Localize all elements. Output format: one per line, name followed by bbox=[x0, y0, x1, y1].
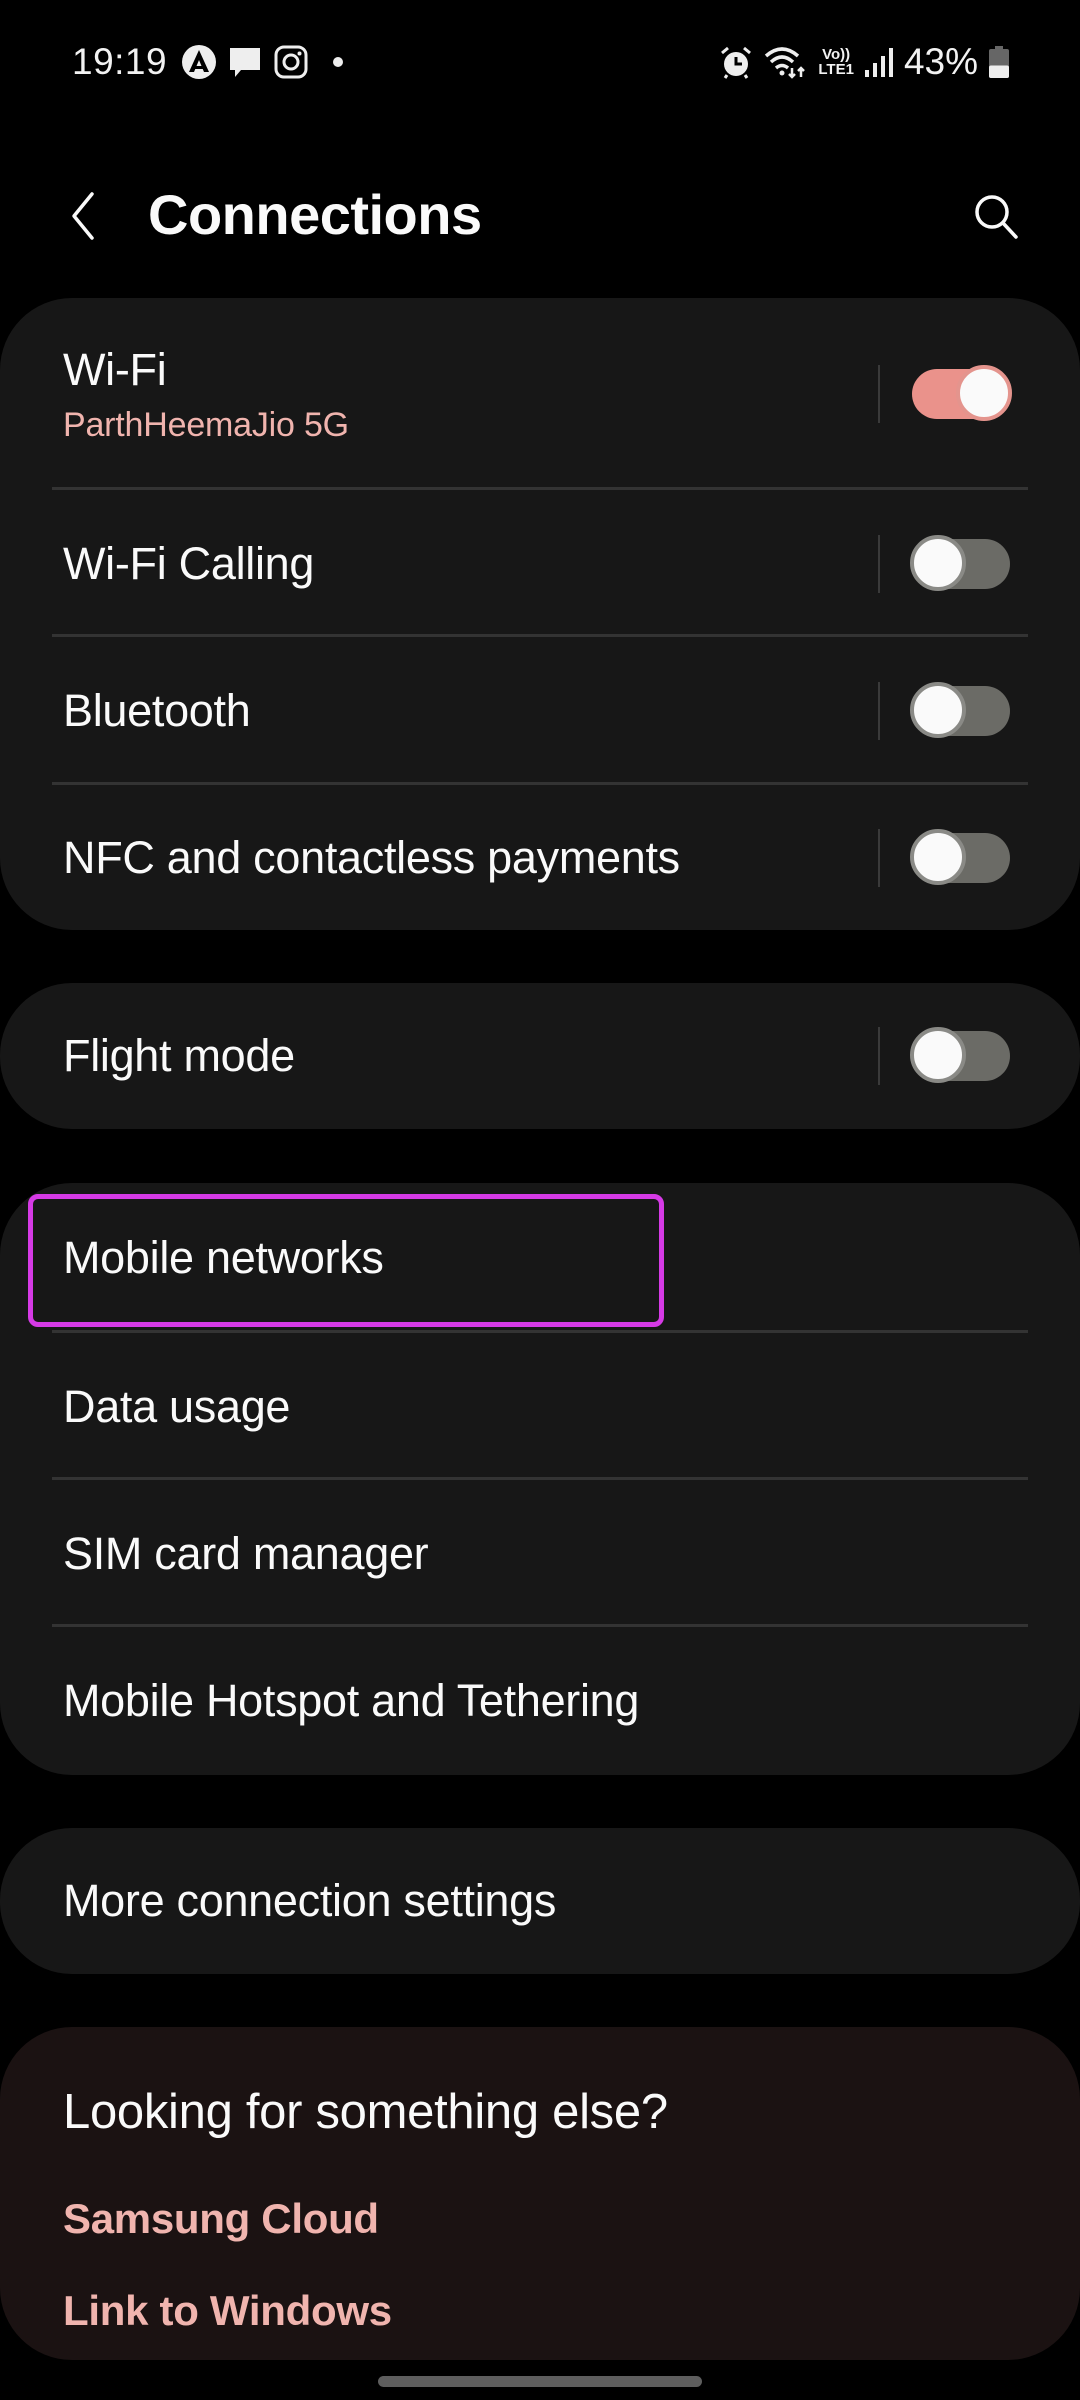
instagram-icon bbox=[273, 44, 309, 80]
connections-group-flight: Flight mode bbox=[0, 983, 1080, 1129]
samsung-cloud-link[interactable]: Samsung Cloud bbox=[63, 2195, 379, 2243]
status-time: 19:19 bbox=[72, 41, 168, 82]
wifi-calling-toggle[interactable] bbox=[910, 534, 1010, 591]
toggle-knob bbox=[956, 365, 1012, 421]
suggestions-title: Looking for something else? bbox=[63, 2085, 668, 2139]
volte-label: Vo)) bbox=[822, 46, 851, 63]
vertical-separator bbox=[878, 534, 880, 593]
app-bar: Connections bbox=[0, 160, 1080, 270]
wifi-text: Wi-Fi ParthHeemaJio 5G bbox=[63, 344, 349, 445]
page-title: Connections bbox=[148, 183, 482, 246]
back-button[interactable] bbox=[58, 184, 108, 248]
wifi-data-icon bbox=[764, 44, 808, 80]
sim-card-manager-label: SIM card manager bbox=[63, 1527, 429, 1579]
mobile-networks-label: Mobile networks bbox=[63, 1232, 384, 1283]
status-bar-left: 19:19 bbox=[72, 38, 344, 86]
status-bar: 19:19 Vo)) LTE1 43% bbox=[0, 0, 1080, 120]
wifi-row[interactable]: Wi-Fi ParthHeemaJio 5G bbox=[0, 298, 1080, 490]
lte-label: LTE1 bbox=[818, 61, 854, 78]
battery-icon bbox=[988, 44, 1010, 80]
vertical-separator bbox=[878, 682, 880, 740]
more-connection-settings-row[interactable]: More connection settings bbox=[0, 1828, 1080, 1974]
chevron-left-icon bbox=[72, 192, 94, 240]
data-usage-label: Data usage bbox=[63, 1380, 291, 1432]
mobile-hotspot-label: Mobile Hotspot and Tethering bbox=[63, 1675, 640, 1726]
sim-card-manager-row[interactable]: SIM card manager bbox=[0, 1480, 1080, 1627]
flight-mode-row[interactable]: Flight mode bbox=[0, 983, 1080, 1129]
more-connection-settings-label: More connection settings bbox=[63, 1875, 557, 1926]
suggestions-card: Looking for something else? Samsung Clou… bbox=[0, 2027, 1080, 2360]
message-icon bbox=[227, 44, 263, 80]
app-a-icon bbox=[181, 44, 217, 80]
notification-dot bbox=[333, 57, 344, 67]
battery-percent: 43% bbox=[903, 41, 978, 82]
nfc-label: NFC and contactless payments bbox=[63, 831, 680, 883]
vertical-separator bbox=[878, 828, 880, 887]
volte-lte-icon: Vo)) LTE1 bbox=[818, 47, 854, 77]
bluetooth-row[interactable]: Bluetooth bbox=[0, 637, 1080, 785]
home-gesture-bar[interactable] bbox=[378, 2376, 702, 2387]
wifi-network-name: ParthHeemaJio 5G bbox=[63, 405, 349, 444]
search-icon bbox=[975, 195, 1018, 239]
toggle-knob bbox=[910, 828, 966, 885]
signal-icon bbox=[864, 44, 894, 80]
bluetooth-toggle[interactable] bbox=[910, 682, 1010, 738]
nfc-row[interactable]: NFC and contactless payments bbox=[0, 785, 1080, 930]
link-to-windows-link[interactable]: Link to Windows bbox=[63, 2287, 392, 2335]
alarm-icon bbox=[718, 44, 754, 80]
connections-group-mobile: Mobile networks Data usage SIM card mana… bbox=[0, 1183, 1080, 1775]
vertical-separator bbox=[878, 365, 880, 423]
nfc-toggle[interactable] bbox=[910, 828, 1010, 885]
toggle-knob bbox=[910, 682, 966, 738]
wifi-calling-row[interactable]: Wi-Fi Calling bbox=[0, 490, 1080, 637]
toggle-knob bbox=[910, 534, 966, 591]
search-button[interactable] bbox=[966, 186, 1026, 246]
mobile-hotspot-row[interactable]: Mobile Hotspot and Tethering bbox=[0, 1627, 1080, 1775]
wifi-label: Wi-Fi bbox=[63, 343, 167, 395]
connections-group-more: More connection settings bbox=[0, 1828, 1080, 1974]
toggle-knob bbox=[910, 1027, 966, 1083]
wifi-toggle[interactable] bbox=[912, 365, 1012, 421]
flight-mode-toggle[interactable] bbox=[910, 1027, 1010, 1083]
wifi-calling-label: Wi-Fi Calling bbox=[63, 537, 315, 589]
status-bar-right: Vo)) LTE1 43% bbox=[718, 38, 1010, 86]
flight-mode-label: Flight mode bbox=[63, 1030, 295, 1081]
vertical-separator bbox=[878, 1027, 880, 1085]
mobile-networks-row[interactable]: Mobile networks bbox=[0, 1183, 1080, 1333]
data-usage-row[interactable]: Data usage bbox=[0, 1333, 1080, 1480]
connections-group-wireless: Wi-Fi ParthHeemaJio 5G Wi-Fi Calling Blu… bbox=[0, 298, 1080, 930]
bluetooth-label: Bluetooth bbox=[63, 685, 251, 736]
